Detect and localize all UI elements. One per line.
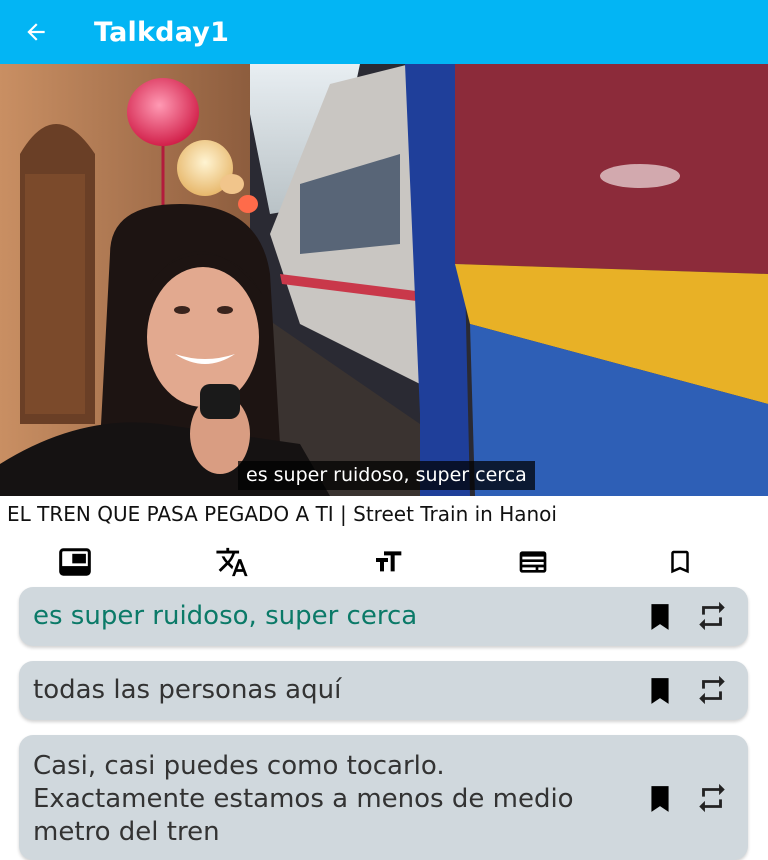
repeat-icon xyxy=(699,783,725,813)
translate-button[interactable] xyxy=(214,544,250,580)
bookmark-button[interactable] xyxy=(647,676,673,706)
subtitles-icon xyxy=(519,551,547,573)
sentence-text-line: metro del tren xyxy=(33,817,220,847)
video-frame-image xyxy=(0,64,768,496)
bookmarks-button[interactable] xyxy=(662,544,698,580)
bookmark-button[interactable] xyxy=(647,784,673,814)
repeat-button[interactable] xyxy=(692,596,732,636)
sentence-card[interactable]: es super ruidoso, super cerca xyxy=(19,587,748,646)
translate-icon xyxy=(216,547,248,577)
back-button[interactable] xyxy=(18,14,54,50)
arrow-left-icon xyxy=(27,23,45,41)
repeat-icon xyxy=(699,675,725,705)
video-player[interactable] xyxy=(0,64,768,496)
bookmark-icon xyxy=(651,786,669,812)
sentence-text-line: Casi, casi puedes como tocarlo. xyxy=(33,751,445,781)
app-bar: Talkday1 xyxy=(0,0,768,64)
toolbar xyxy=(0,542,768,582)
picture-in-picture-button[interactable] xyxy=(57,544,93,580)
sentence-text-line: Exactamente estamos a menos de medio xyxy=(33,784,574,814)
page-title: Talkday1 xyxy=(94,16,230,48)
sentence-card[interactable]: todas las personas aquí xyxy=(19,661,748,720)
repeat-icon xyxy=(699,601,725,631)
sentence-card[interactable]: Casi, casi puedes como tocarlo. Exactame… xyxy=(19,735,748,860)
bookmark-button[interactable] xyxy=(647,602,673,632)
bookmark-icon xyxy=(651,604,669,630)
repeat-button[interactable] xyxy=(692,670,732,710)
video-caption: es super ruidoso, super cerca xyxy=(238,461,535,490)
repeat-button[interactable] xyxy=(692,778,732,818)
picture-in-picture-icon xyxy=(59,548,91,576)
sentence-text: todas las personas aquí xyxy=(33,675,342,705)
bookmark-icon xyxy=(651,678,669,704)
subtitles-button[interactable] xyxy=(515,544,551,580)
sentence-text: es super ruidoso, super cerca xyxy=(33,601,418,631)
text-size-icon xyxy=(376,551,402,572)
bookmark-outline-icon xyxy=(671,550,689,574)
text-size-button[interactable] xyxy=(370,544,406,580)
video-title: EL TREN QUE PASA PEGADO A TI | Street Tr… xyxy=(7,502,557,526)
